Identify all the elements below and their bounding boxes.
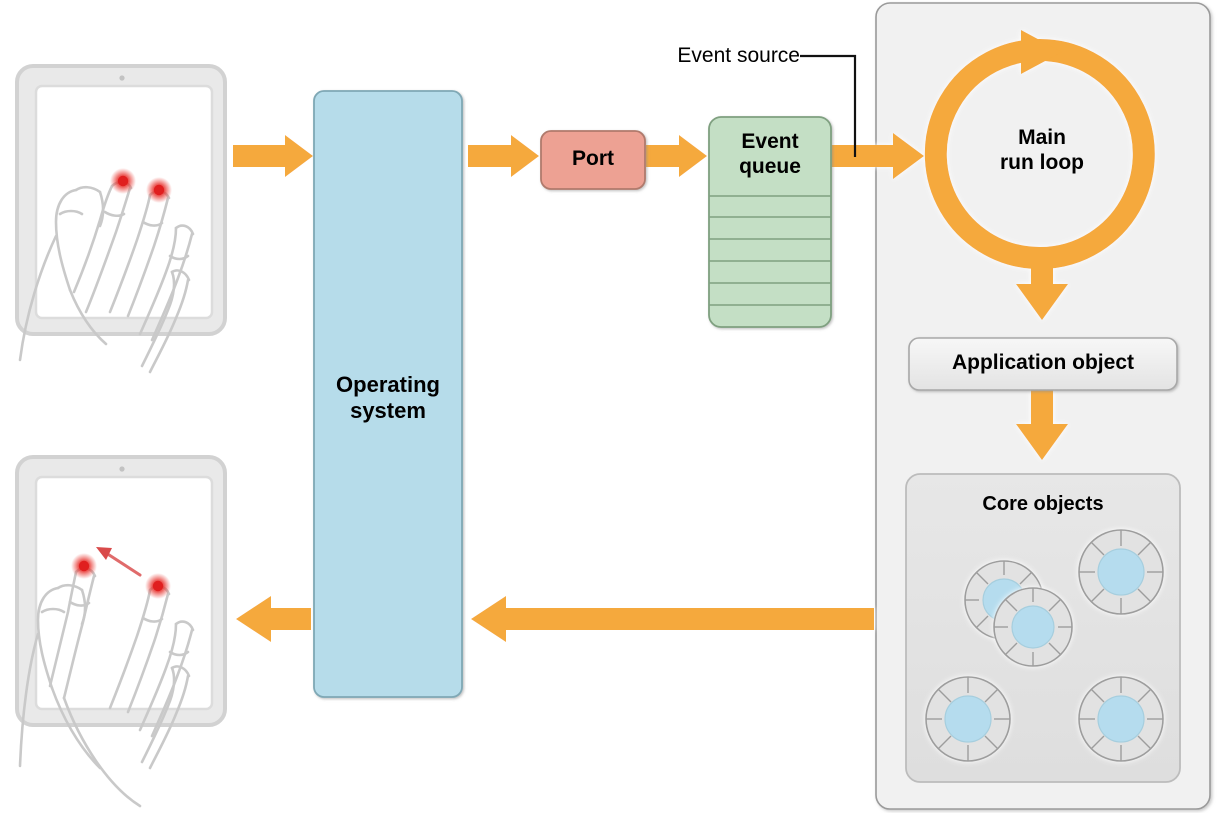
tablet-camera-dot: [119, 466, 125, 472]
operating-system-box: [313, 90, 463, 698]
arrow-os-to-tablet: [236, 596, 311, 642]
tablet-touch-down: [15, 64, 227, 374]
arrow-os-to-port: [468, 135, 539, 177]
core-object: [1078, 676, 1164, 762]
diagram-canvas: Operating system Port Event queue Main r…: [0, 0, 1217, 813]
core-object: [993, 587, 1073, 667]
core-object: [925, 676, 1011, 762]
diagram-graphics: [15, 2, 1211, 810]
arrow-tablet-to-os: [233, 135, 313, 177]
arrow-port-to-queue: [646, 135, 707, 177]
arrow-panel-to-os: [471, 596, 874, 642]
application-object-box: [908, 337, 1178, 391]
tablet-swipe: [15, 455, 227, 808]
tablet-camera-dot: [119, 75, 125, 81]
core-object: [1078, 529, 1164, 615]
port-box: [540, 130, 646, 190]
event-queue-box: [708, 116, 832, 328]
